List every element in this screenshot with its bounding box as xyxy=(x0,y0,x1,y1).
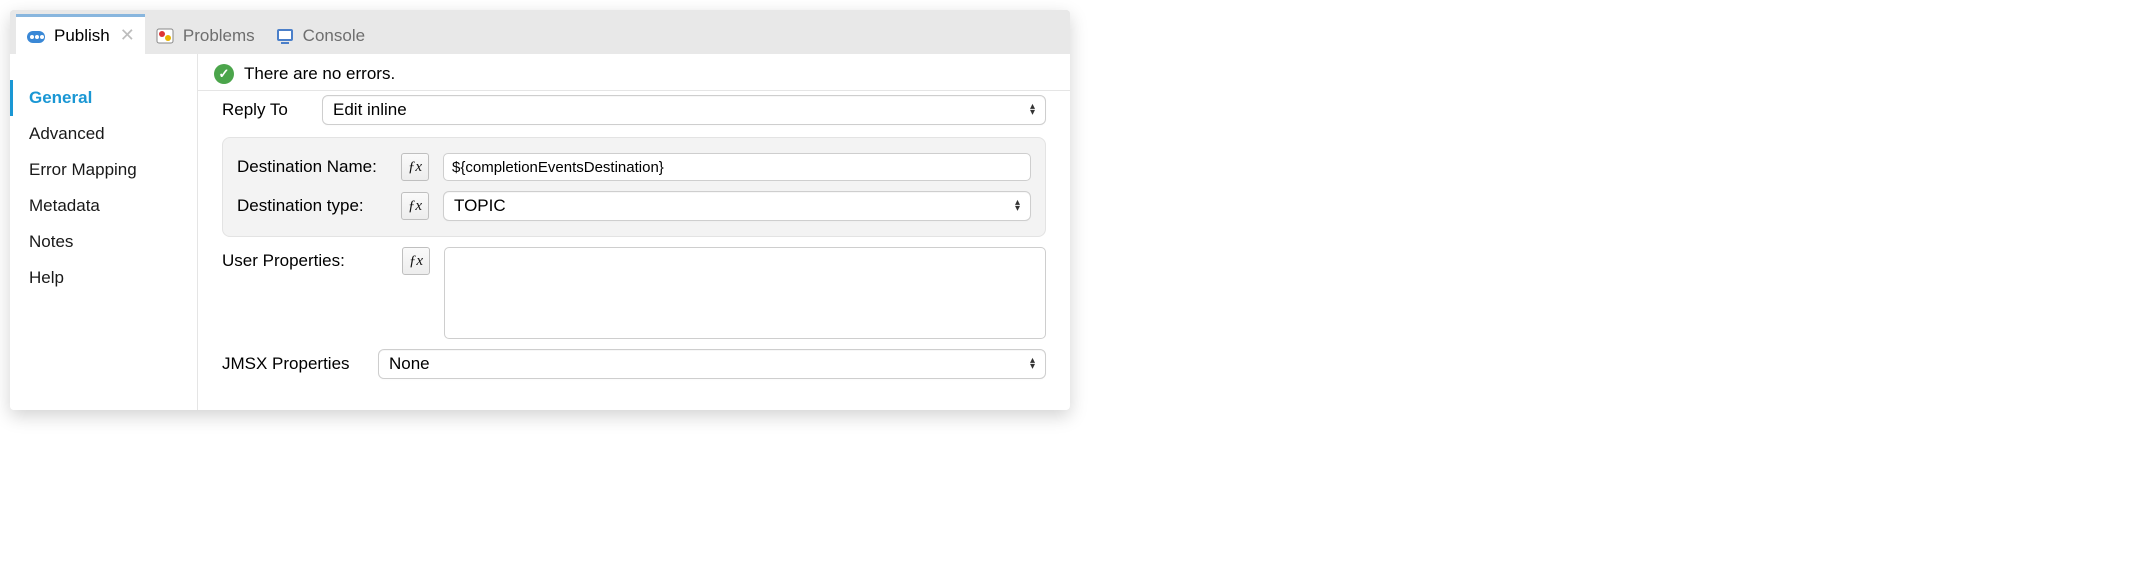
jmsx-properties-label: JMSX Properties xyxy=(222,354,364,374)
fx-button-destination-type[interactable]: ƒx xyxy=(401,192,429,220)
row-jmsx-properties: JMSX Properties None ▴▾ xyxy=(222,349,1046,379)
tab-problems[interactable]: Problems xyxy=(145,14,265,54)
reply-to-select[interactable]: Edit inline ▴▾ xyxy=(322,95,1046,125)
user-properties-label: User Properties: xyxy=(222,247,388,271)
updown-icon: ▴▾ xyxy=(1015,200,1020,212)
destination-type-select[interactable]: TOPIC ▴▾ xyxy=(443,191,1031,221)
destination-type-value: TOPIC xyxy=(454,196,506,216)
row-destination-type: Destination type: ƒx TOPIC ▴▾ xyxy=(237,186,1031,226)
sidebar-item-metadata[interactable]: Metadata xyxy=(10,188,197,224)
console-icon xyxy=(275,26,295,46)
sidebar-item-help[interactable]: Help xyxy=(10,260,197,296)
tab-console-label: Console xyxy=(303,26,365,46)
sidebar-item-notes[interactable]: Notes xyxy=(10,224,197,260)
sidebar-item-label: General xyxy=(29,88,92,107)
sidebar-item-general[interactable]: General xyxy=(10,80,197,116)
row-user-properties: User Properties: ƒx xyxy=(222,247,1046,339)
main-panel: ✓ There are no errors. Reply To Edit inl… xyxy=(198,54,1070,410)
tab-problems-label: Problems xyxy=(183,26,255,46)
tab-publish-label: Publish xyxy=(54,26,110,46)
sidebar-item-advanced[interactable]: Advanced xyxy=(10,116,197,152)
close-icon[interactable]: ✕ xyxy=(120,25,135,46)
sidebar-item-label: Metadata xyxy=(29,196,100,215)
body-area: General Advanced Error Mapping Metadata … xyxy=(10,54,1070,410)
destination-section: Destination Name: ƒx Destination type: ƒ… xyxy=(222,137,1046,237)
reply-to-value: Edit inline xyxy=(333,100,407,120)
updown-icon: ▴▾ xyxy=(1030,358,1035,370)
tab-console[interactable]: Console xyxy=(265,14,375,54)
row-destination-name: Destination Name: ƒx xyxy=(237,148,1031,186)
tabs-row: Publish ✕ Problems Console xyxy=(10,10,1070,54)
status-message: There are no errors. xyxy=(244,64,395,84)
sidebar-item-label: Help xyxy=(29,268,64,287)
publish-icon xyxy=(26,26,46,46)
destination-name-label: Destination Name: xyxy=(237,157,387,177)
status-bar: ✓ There are no errors. xyxy=(198,54,1070,91)
sidebar-item-label: Advanced xyxy=(29,124,105,143)
problems-icon xyxy=(155,26,175,46)
destination-name-input[interactable] xyxy=(443,153,1031,181)
sidebar-item-error-mapping[interactable]: Error Mapping xyxy=(10,152,197,188)
form-area: Reply To Edit inline ▴▾ Destination Name… xyxy=(198,91,1070,410)
jmsx-properties-select[interactable]: None ▴▾ xyxy=(378,349,1046,379)
success-check-icon: ✓ xyxy=(214,64,234,84)
sidebar-item-label: Notes xyxy=(29,232,73,251)
row-reply-to: Reply To Edit inline ▴▾ xyxy=(222,91,1046,129)
fx-button-destination-name[interactable]: ƒx xyxy=(401,153,429,181)
sidebar: General Advanced Error Mapping Metadata … xyxy=(10,54,198,410)
jmsx-properties-value: None xyxy=(389,354,430,374)
app-window: Publish ✕ Problems Console General Advan… xyxy=(10,10,1070,410)
updown-icon: ▴▾ xyxy=(1030,104,1035,116)
sidebar-item-label: Error Mapping xyxy=(29,160,137,179)
tab-publish[interactable]: Publish ✕ xyxy=(16,14,145,54)
destination-type-label: Destination type: xyxy=(237,196,387,216)
user-properties-textarea[interactable] xyxy=(444,247,1046,339)
fx-button-user-properties[interactable]: ƒx xyxy=(402,247,430,275)
reply-to-label: Reply To xyxy=(222,100,308,120)
